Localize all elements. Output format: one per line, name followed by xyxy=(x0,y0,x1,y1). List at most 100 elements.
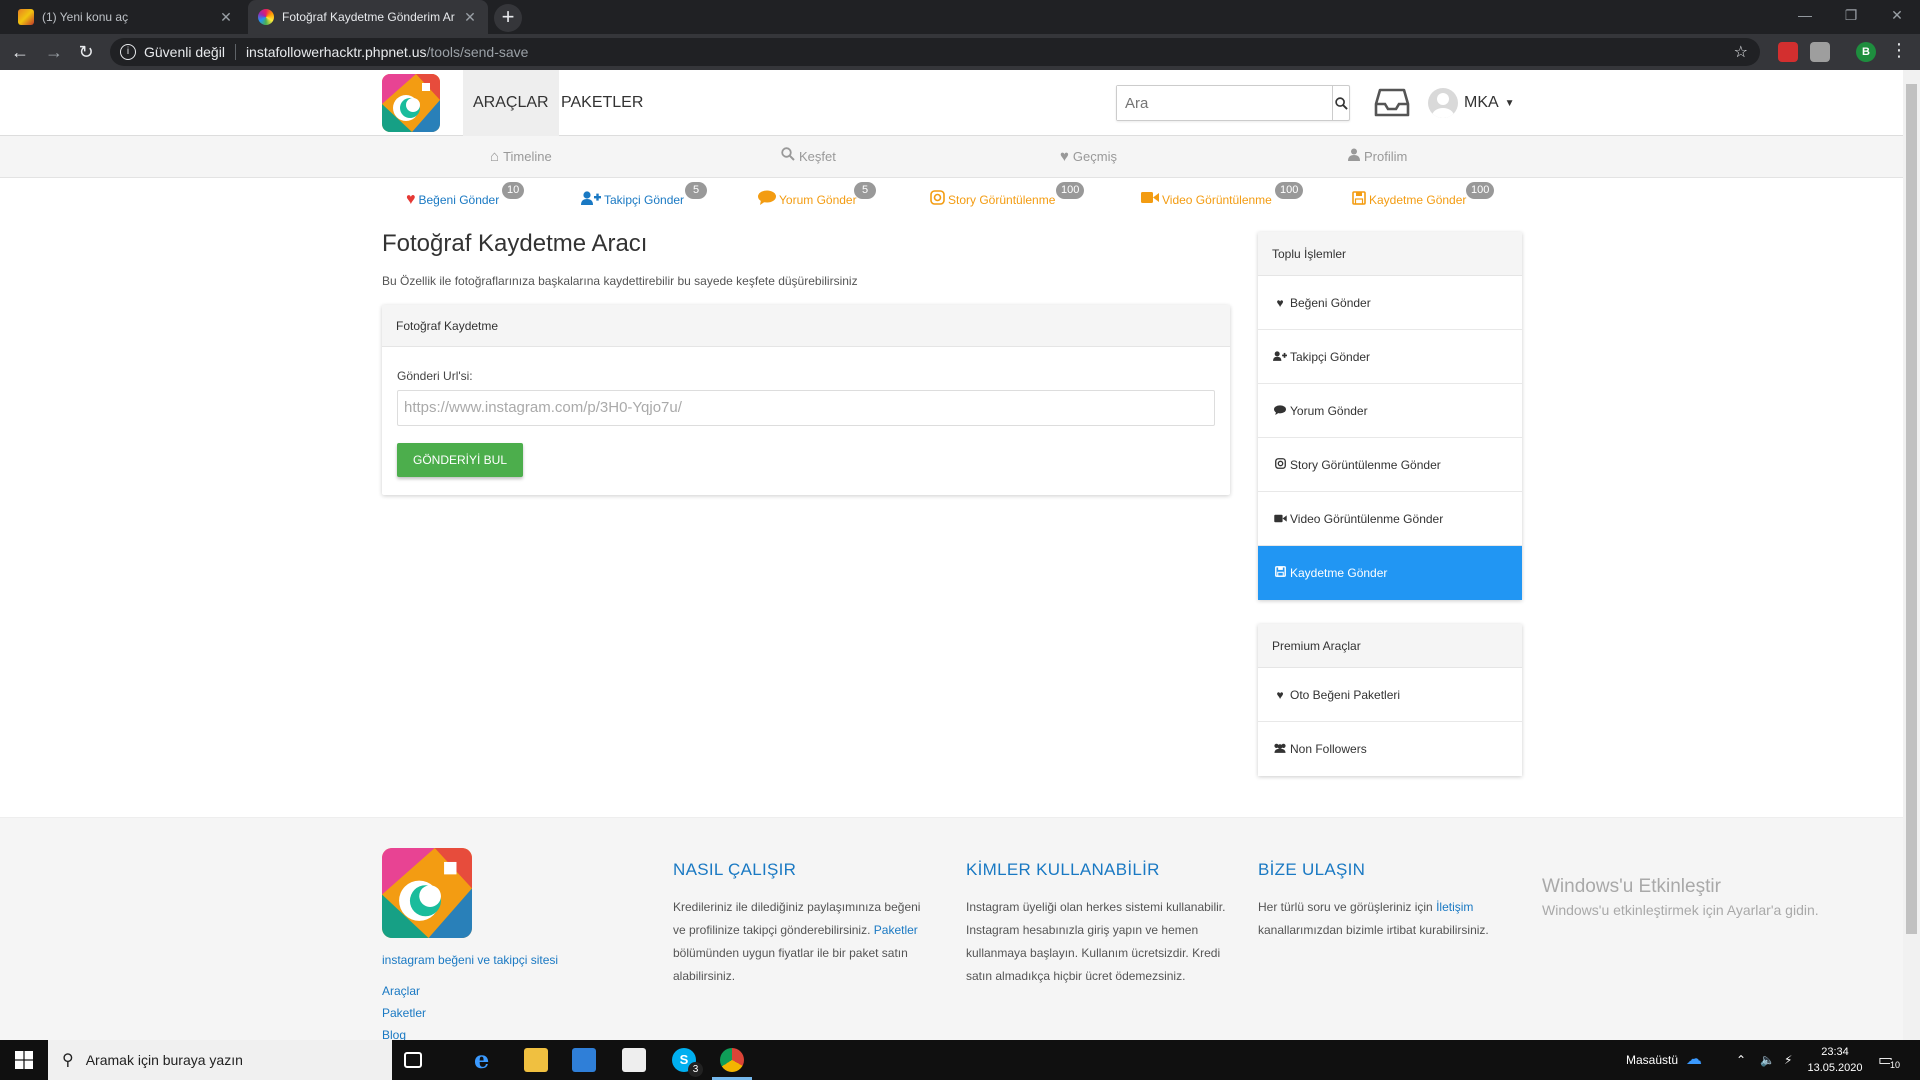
site-search xyxy=(1116,85,1350,121)
tab-title: Fotoğraf Kaydetme Gönderim Ar xyxy=(282,10,455,24)
edge-icon[interactable]: e xyxy=(474,1048,498,1072)
bookmark-star-icon[interactable]: ☆ xyxy=(1734,42,1748,62)
forward-icon[interactable]: → xyxy=(42,40,66,64)
network-icon[interactable]: ⚡ xyxy=(1784,1040,1792,1080)
heartbeat-icon: ♥ xyxy=(1276,687,1284,702)
chrome-icon[interactable] xyxy=(720,1048,744,1072)
user-plus-icon xyxy=(1273,330,1287,384)
sidebar-item-likes[interactable]: ♥ Beğeni Gönder xyxy=(1258,276,1522,330)
credit-saves[interactable]: Kaydetme Gönder 100 xyxy=(1352,182,1495,212)
subnav-label: Keşfet xyxy=(799,149,836,164)
site-logo[interactable] xyxy=(382,74,440,132)
sidebar-item-comments[interactable]: Yorum Gönder xyxy=(1258,384,1522,438)
desktop-label[interactable]: Masaüstü xyxy=(1626,1040,1678,1080)
panel-title: Fotoğraf Kaydetme xyxy=(382,305,1230,347)
close-window-icon[interactable]: ✕ xyxy=(1874,0,1920,30)
restore-icon[interactable]: ❐ xyxy=(1828,0,1874,30)
credit-likes[interactable]: ♥ Beğeni Gönder 10 xyxy=(406,182,525,212)
activation-watermark: Windows'u Etkinleştir Windows'u etkinleş… xyxy=(1542,876,1819,918)
extension-icon[interactable] xyxy=(1778,42,1798,62)
subnav-explore[interactable]: Keşfet xyxy=(781,136,836,178)
new-tab-button[interactable]: + xyxy=(494,4,522,32)
footer-logo[interactable] xyxy=(382,848,472,938)
store-icon[interactable] xyxy=(622,1048,646,1072)
post-url-label: Gönderi Url'si: xyxy=(397,369,473,383)
save-icon xyxy=(1273,546,1287,600)
footer-contact-link[interactable]: İletişim xyxy=(1436,900,1473,914)
menu-icon[interactable]: ⋮ xyxy=(1890,40,1908,61)
browser-toolbar: ← → ↻ i Güvenli değil instafollowerhackt… xyxy=(0,34,1920,70)
page-scrollbar[interactable] xyxy=(1903,70,1920,1040)
search-icon: ⚲ xyxy=(62,1052,74,1069)
file-explorer-icon[interactable] xyxy=(524,1048,548,1072)
post-url-input[interactable]: https://www.instagram.com/p/3H0-Yqjo7u/ xyxy=(397,390,1215,426)
tray-chevron-icon[interactable]: ⌃ xyxy=(1736,1040,1746,1080)
sidebar-item-auto-likes[interactable]: ♥ Oto Beğeni Paketleri xyxy=(1258,668,1522,722)
sidebar-item-followers[interactable]: Takipçi Gönder xyxy=(1258,330,1522,384)
browser-tab[interactable]: (1) Yeni konu aç ✕ xyxy=(8,0,244,34)
windows-taskbar: ⚲ Aramak için buraya yazın e S 3 Masaüst… xyxy=(0,1040,1920,1080)
sidebar-item-label: Kaydetme Gönder xyxy=(1290,566,1388,580)
footer-link-tools[interactable]: Araçlar xyxy=(382,984,420,998)
user-menu[interactable]: MKA ▼ xyxy=(1428,86,1515,120)
sidebar-item-non-followers[interactable]: Non Followers xyxy=(1258,722,1522,776)
extension-icon[interactable] xyxy=(1810,42,1830,62)
info-icon[interactable]: i xyxy=(120,44,136,60)
bulk-actions-title: Toplu İşlemler xyxy=(1258,232,1522,276)
scrollbar-thumb[interactable] xyxy=(1906,84,1917,934)
clock-date: 13.05.2020 xyxy=(1807,1062,1863,1074)
subnav-profile[interactable]: Profilim xyxy=(1348,136,1407,178)
footer-tagline[interactable]: instagram beğeni ve takipçi sitesi xyxy=(382,953,558,967)
notification-count: 10 xyxy=(1890,1060,1901,1070)
reload-icon[interactable]: ↻ xyxy=(74,40,98,64)
instagram-icon xyxy=(1273,438,1287,492)
footer-packages-link[interactable]: Paketler xyxy=(874,923,918,937)
volume-icon[interactable]: 🔈 xyxy=(1760,1040,1775,1080)
url-path: /tools/send-save xyxy=(426,44,529,60)
sidebar-item-saves[interactable]: Kaydetme Gönder xyxy=(1258,546,1522,600)
credit-video-views[interactable]: Video Görüntülenme 100 xyxy=(1141,182,1304,212)
sidebar-item-story-views[interactable]: Story Görüntülenme Gönder xyxy=(1258,438,1522,492)
sidebar-item-label: Oto Beğeni Paketleri xyxy=(1290,687,1401,702)
credit-comments[interactable]: Yorum Gönder 5 xyxy=(758,182,876,212)
credit-story-views[interactable]: Story Görüntülenme 100 xyxy=(930,182,1085,212)
credit-badge: 100 xyxy=(1466,182,1495,199)
browser-tab-active[interactable]: Fotoğraf Kaydetme Gönderim Ar ✕ xyxy=(248,0,488,34)
heart-icon: ♥ xyxy=(406,191,416,208)
minimize-icon[interactable]: — xyxy=(1782,0,1828,30)
credit-label: Story Görüntülenme xyxy=(948,193,1056,207)
close-icon[interactable]: ✕ xyxy=(218,9,234,26)
window-controls: — ❐ ✕ xyxy=(1782,0,1920,30)
start-button[interactable] xyxy=(0,1040,48,1080)
home-icon: ⌂ xyxy=(490,148,500,165)
footer-link-blog[interactable]: Blog xyxy=(382,1028,406,1040)
nav-packages[interactable]: PAKETLER xyxy=(551,70,653,136)
sidebar-item-label: Video Görüntülenme Gönder xyxy=(1290,511,1444,526)
nav-tools[interactable]: ARAÇLAR xyxy=(463,70,559,136)
system-clock[interactable]: 23:34 13.05.2020 xyxy=(1800,1044,1870,1076)
credit-followers[interactable]: Takipçi Gönder 5 xyxy=(581,182,707,212)
sidebar-item-video-views[interactable]: Video Görüntülenme Gönder xyxy=(1258,492,1522,546)
close-icon[interactable]: ✕ xyxy=(462,9,478,26)
address-bar[interactable]: i Güvenli değil instafollowerhacktr.phpn… xyxy=(110,38,1760,66)
user-plus-icon xyxy=(581,190,601,210)
search-input[interactable] xyxy=(1117,86,1332,120)
comment-icon xyxy=(1273,384,1287,438)
subnav-history[interactable]: ♥ Geçmiş xyxy=(1060,136,1117,178)
inbox-icon[interactable] xyxy=(1374,86,1410,118)
mail-icon[interactable] xyxy=(572,1048,596,1072)
profile-avatar[interactable]: B xyxy=(1856,42,1876,62)
site-navbar: ARAÇLAR PAKETLER MKA ▼ xyxy=(0,70,1903,136)
credit-label: Kaydetme Gönder xyxy=(1369,193,1467,207)
onedrive-icon[interactable]: ☁ xyxy=(1686,1040,1702,1080)
find-post-button[interactable]: GÖNDERİYİ BUL xyxy=(397,443,523,477)
back-icon[interactable]: ← xyxy=(8,40,32,64)
footer-link-packages[interactable]: Paketler xyxy=(382,1006,426,1020)
search-button[interactable] xyxy=(1332,86,1349,120)
subnav-timeline[interactable]: ⌂ Timeline xyxy=(490,136,552,178)
footer-text: Her türlü soru ve görüşleriniz için İlet… xyxy=(1258,900,1489,937)
task-view-icon[interactable] xyxy=(404,1052,422,1068)
comment-icon xyxy=(758,190,776,210)
username: MKA xyxy=(1464,94,1499,111)
taskbar-search[interactable]: ⚲ Aramak için buraya yazın xyxy=(48,1040,392,1080)
